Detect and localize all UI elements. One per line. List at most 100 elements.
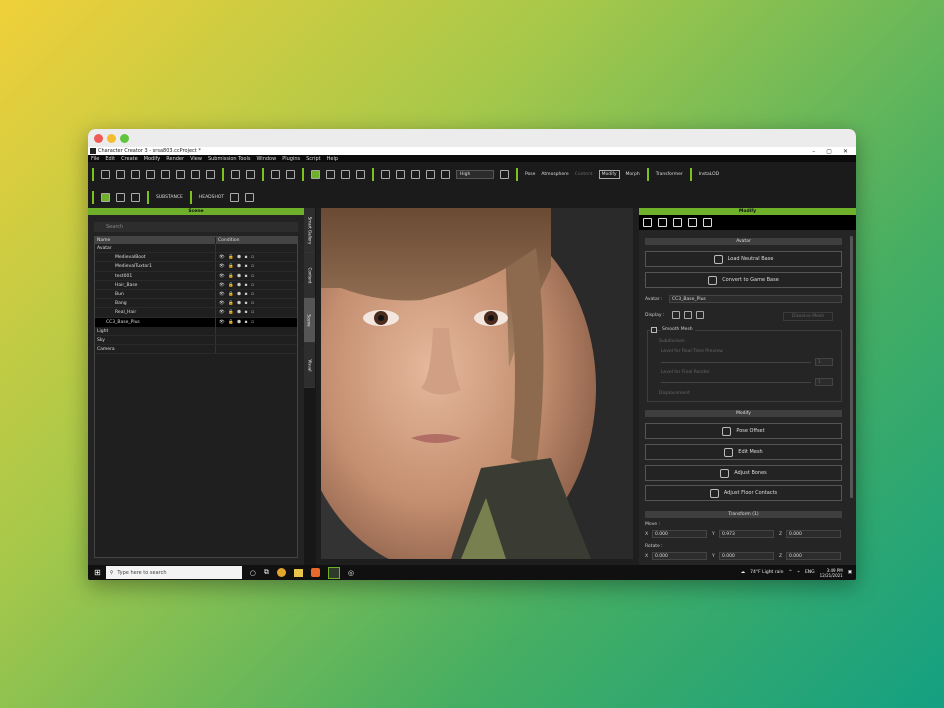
3d-viewport[interactable]	[321, 208, 633, 559]
level-render-field[interactable]: 1	[815, 378, 833, 386]
rotate-y-field[interactable]: 0.000	[719, 552, 774, 560]
home-icon[interactable]	[381, 169, 390, 179]
pose-button[interactable]: Pose	[525, 172, 535, 177]
view-icon[interactable]	[411, 169, 420, 179]
convert-game-base-button[interactable]: Convert to Game Base	[645, 272, 842, 288]
scene-tree-row[interactable]: Camera	[95, 345, 297, 355]
menu-plugins[interactable]: Plugins	[282, 156, 300, 162]
light-icon[interactable]	[500, 169, 509, 179]
pose-offset-button[interactable]: Pose Offset	[645, 423, 842, 439]
scene-tree-row[interactable]: MedievalTuxtor1 👁 🔒 ⬢ ▪ ▫	[95, 262, 297, 272]
fit-icon[interactable]	[396, 169, 405, 179]
gear-icon[interactable]	[230, 192, 240, 202]
minimize-button[interactable]: –	[812, 148, 815, 155]
col-condition[interactable]: Condition	[216, 237, 239, 244]
export-icon[interactable]	[161, 169, 170, 179]
menu-file[interactable]: File	[91, 156, 99, 162]
rotate-x-field[interactable]: 0.000	[652, 552, 707, 560]
scene-tree-row[interactable]: Sky	[95, 335, 297, 346]
scene-tree-row[interactable]: Hair_Base 👁 🔒 ⬢ ▪ ▫	[95, 280, 297, 290]
select-icon[interactable]	[311, 169, 320, 179]
load-neutral-base-button[interactable]: Load Neutral Base	[645, 251, 842, 267]
scene-item-condition[interactable]: 👁 🔒 ⬢ ▪ ▫	[216, 272, 255, 280]
scene-item-condition[interactable]	[216, 327, 219, 335]
edit-mesh-button[interactable]: Edit Mesh	[645, 444, 842, 460]
substance-button[interactable]: SUBSTANCE	[156, 195, 183, 200]
zoom-dot[interactable]	[120, 133, 129, 143]
bridge-icon[interactable]	[131, 192, 140, 202]
menu-script[interactable]: Script	[306, 156, 321, 162]
avatar-field[interactable]: CC3_Base_Plus	[669, 295, 842, 303]
display-mode-1-icon[interactable]	[672, 311, 680, 319]
import-icon[interactable]	[146, 169, 155, 179]
scene-tree-row[interactable]: test001 👁 🔒 ⬢ ▪ ▫	[95, 271, 297, 281]
adjust-bones-button[interactable]: Adjust Bones	[645, 465, 842, 481]
taskbar-search-input[interactable]: ⚲ Type here to search	[105, 566, 242, 579]
tab-smart-gallery[interactable]: Smart Gallery	[304, 208, 315, 253]
grid-icon[interactable]	[441, 169, 450, 179]
menu-modify[interactable]: Modify	[144, 156, 161, 162]
chevron-up-icon[interactable]: ^	[788, 570, 792, 575]
scene-item-condition[interactable]: 👁 🔒 ⬢ ▪ ▫	[216, 253, 255, 261]
menu-window[interactable]: Window	[256, 156, 276, 162]
pose-icon[interactable]	[658, 218, 667, 227]
level-render-slider[interactable]	[661, 382, 811, 383]
screenshot-icon[interactable]	[231, 169, 240, 179]
clock[interactable]: 3:49 PM 12/21/2021	[820, 568, 843, 578]
scene-tree-row[interactable]: Bun 👁 🔒 ⬢ ▪ ▫	[95, 289, 297, 300]
menu-edit[interactable]: Edit	[105, 156, 115, 162]
scene-item-condition[interactable]: 👁 🔒 ⬢ ▪ ▫	[216, 299, 255, 307]
move-y-field[interactable]: 0.973	[719, 530, 774, 538]
weather-text[interactable]: 74°F Light rain	[750, 570, 783, 575]
tab-content[interactable]: Content	[304, 253, 315, 298]
menu-submission-tools[interactable]: Submission Tools	[208, 156, 251, 162]
scene-item-condition[interactable]: 👁 🔒 ⬢ ▪ ▫	[216, 262, 255, 270]
cortana-icon[interactable]: ○	[250, 569, 256, 577]
transformer-button[interactable]: Transformer	[656, 172, 683, 177]
modify-scrollbar[interactable]	[850, 236, 853, 498]
save-icon[interactable]	[131, 169, 140, 179]
menu-view[interactable]: View	[190, 156, 202, 162]
notification-icon[interactable]: ▣	[848, 570, 852, 575]
scale-icon[interactable]	[356, 169, 365, 179]
texture-icon[interactable]	[688, 218, 697, 227]
move-z-field[interactable]: 0.000	[786, 530, 841, 538]
camera-icon[interactable]	[426, 169, 435, 179]
scene-tree-row[interactable]: MedievalBoot 👁 🔒 ⬢ ▪ ▫	[95, 253, 297, 263]
rotate-icon[interactable]	[341, 169, 350, 179]
scene-tree-row[interactable]: CC3_Base_Plus 👁 🔒 ⬢ ▪ ▫	[95, 317, 297, 327]
scene-item-condition[interactable]: 👁 🔒 ⬢ ▪ ▫	[216, 290, 255, 298]
menu-render[interactable]: Render	[166, 156, 184, 162]
checker-icon[interactable]	[703, 218, 712, 227]
rotate-z-field[interactable]: 0.000	[786, 552, 841, 560]
scene-item-condition[interactable]: 👁 🔒 ⬢ ▪ ▫	[216, 308, 255, 316]
shield-icon[interactable]	[245, 192, 255, 202]
network-icon[interactable]: ⌁	[797, 570, 800, 575]
scene-item-condition[interactable]	[216, 336, 219, 344]
subdivision-radio[interactable]: Subdivision	[659, 339, 685, 344]
move-x-field[interactable]: 0.000	[652, 530, 707, 538]
character-icon[interactable]	[101, 192, 110, 202]
undo-icon[interactable]	[271, 169, 280, 179]
tab-visual[interactable]: Visual	[304, 343, 315, 388]
blender-icon[interactable]	[310, 568, 320, 577]
minimize-dot[interactable]	[107, 133, 116, 143]
export-fbx-icon[interactable]	[176, 169, 185, 179]
scene-tree-row[interactable]: Real_Hair 👁 🔒 ⬢ ▪ ▫	[95, 308, 297, 318]
scene-tree-row[interactable]: Bang 👁 🔒 ⬢ ▪ ▫	[95, 299, 297, 309]
smooth-mesh-checkbox[interactable]	[651, 327, 657, 333]
close-dot[interactable]	[94, 133, 103, 143]
transform-section[interactable]: Transform (1)	[645, 511, 842, 518]
send-icon[interactable]	[191, 169, 200, 179]
character-edit-icon[interactable]	[116, 192, 125, 202]
content-button[interactable]: Content	[575, 172, 593, 177]
motion-icon[interactable]	[673, 218, 682, 227]
adjust-floor-contacts-button[interactable]: Adjust Floor Contacts	[645, 485, 842, 501]
redo-icon[interactable]	[286, 169, 295, 179]
maximize-button[interactable]: ▢	[826, 148, 832, 155]
modify-button[interactable]: Modify	[598, 169, 620, 179]
character-creator-taskbar-icon[interactable]	[327, 566, 340, 579]
move-icon[interactable]	[326, 169, 335, 179]
task-view-icon[interactable]: ⧉	[264, 568, 269, 577]
close-button[interactable]: ✕	[843, 148, 848, 155]
